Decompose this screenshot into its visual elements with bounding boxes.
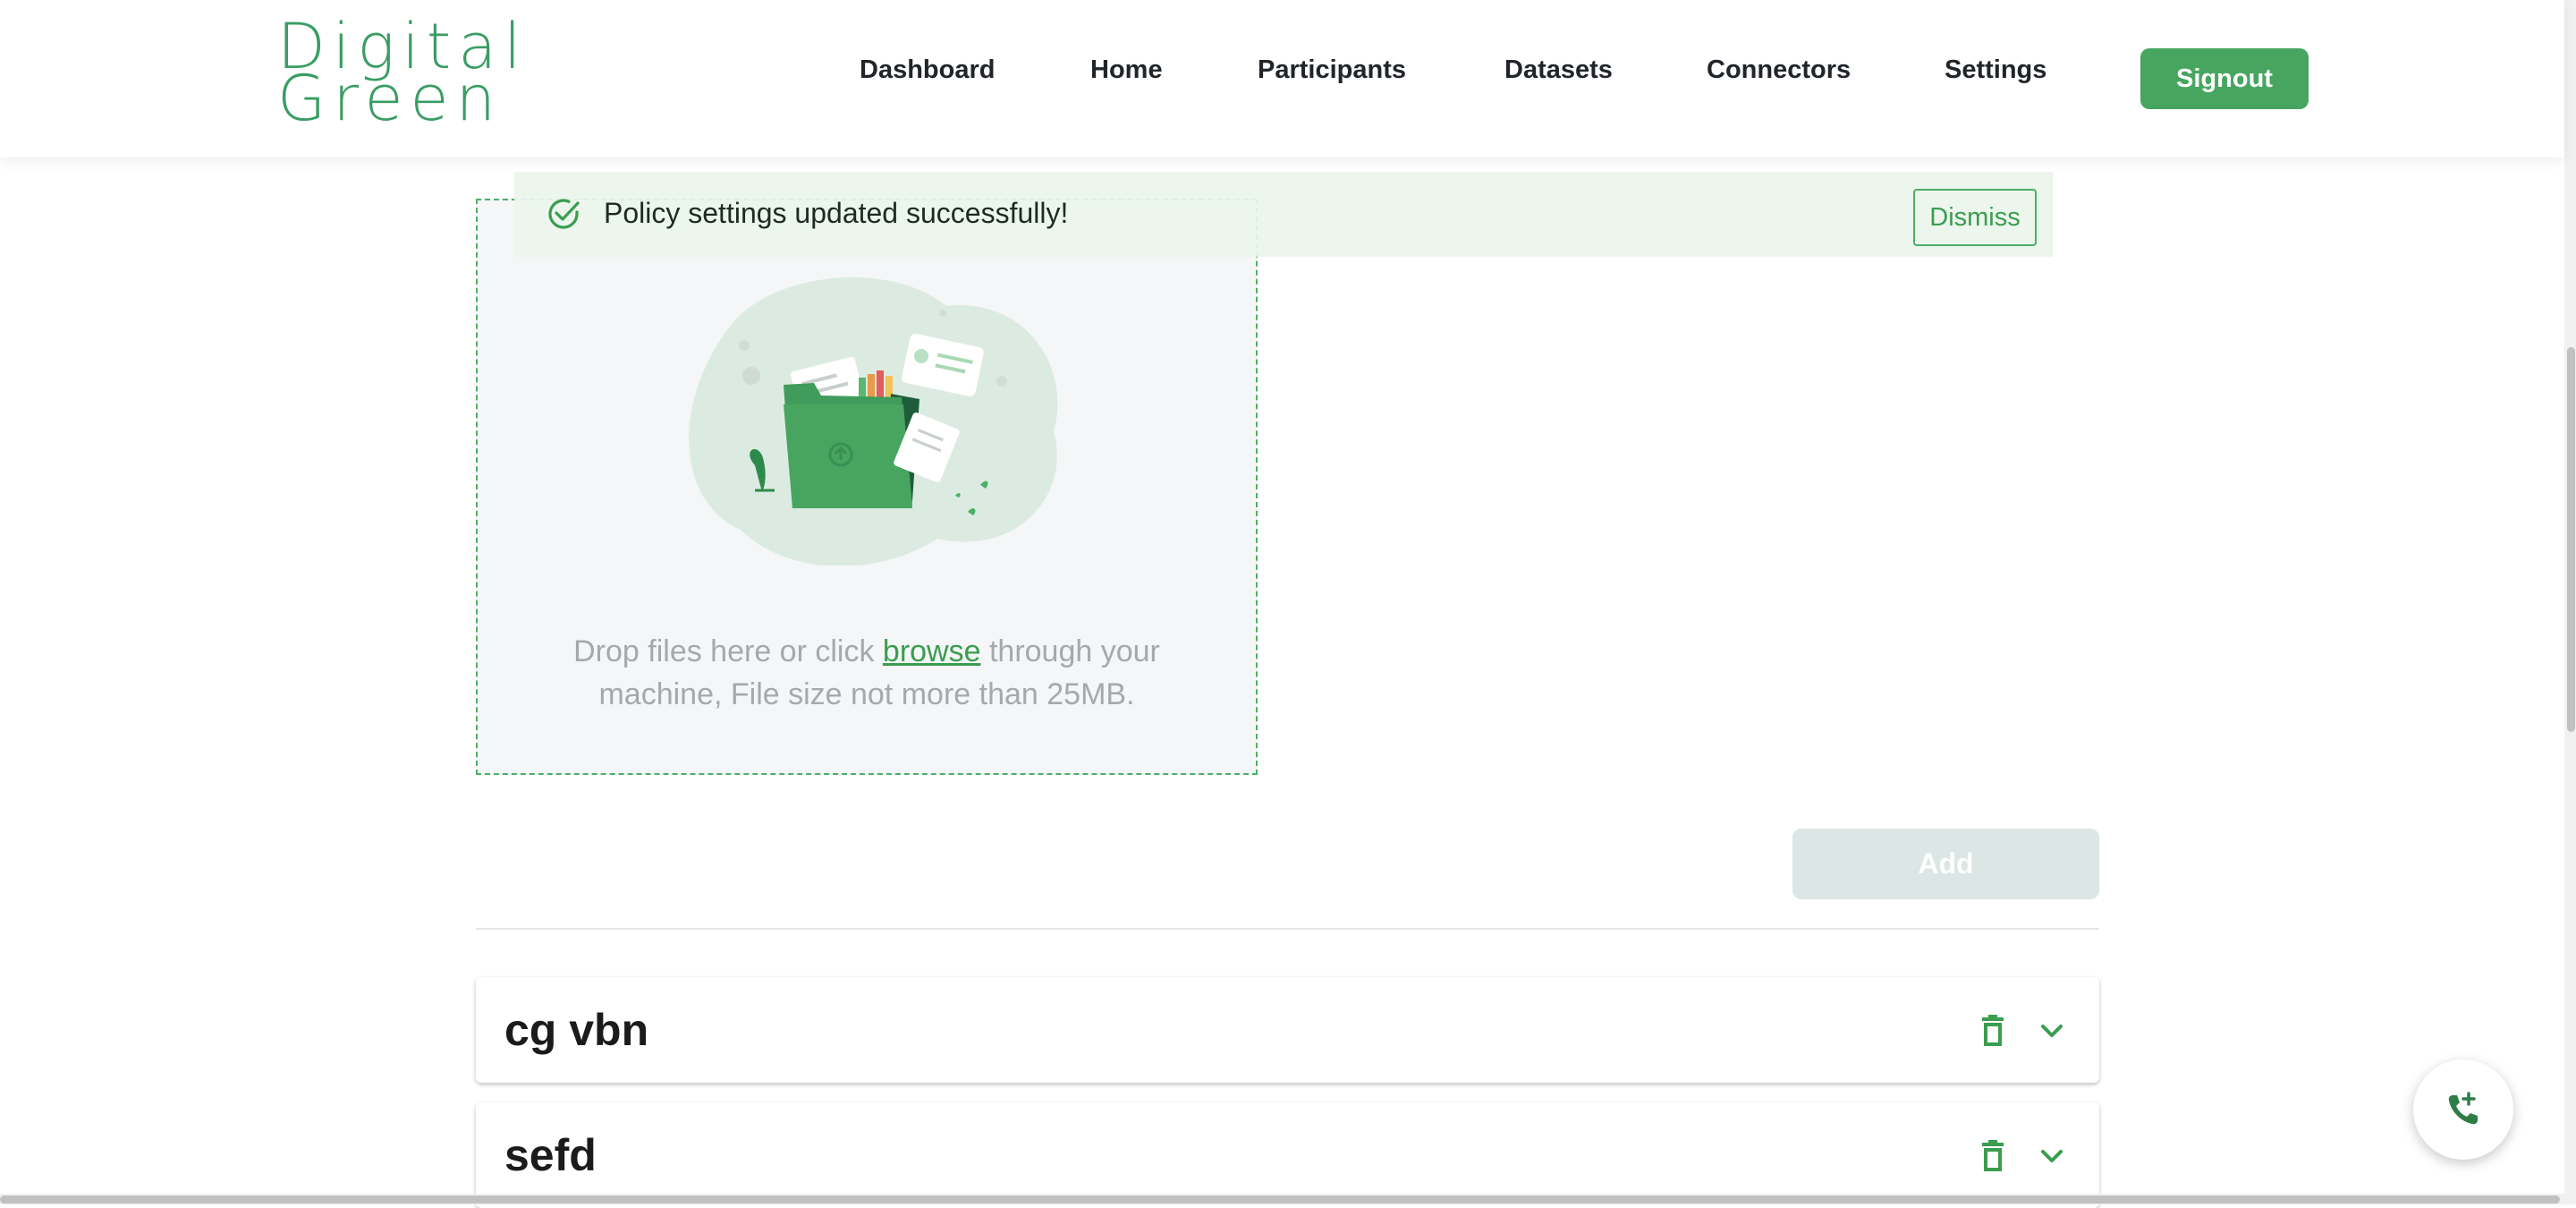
success-alert: Policy settings updated successfully! Di… [514,172,2053,257]
nav-participants[interactable]: Participants [1258,55,1406,85]
nav-home[interactable]: Home [1090,55,1163,85]
browse-link[interactable]: browse [883,634,981,668]
dropzone-text-before: Drop files here or click [573,634,883,668]
trash-icon[interactable] [1975,1138,2011,1174]
section-divider [476,928,2099,930]
digital-green-logo[interactable]: Digital Green [277,15,529,135]
policy-row[interactable]: cg vbn [476,977,2099,1083]
chevron-down-icon[interactable] [2034,1138,2070,1174]
policy-row[interactable]: sefd [476,1102,2099,1208]
contact-call-button[interactable] [2413,1059,2513,1160]
alert-message: Policy settings updated successfully! [604,197,1069,229]
phone-add-icon [2448,1092,2478,1125]
policy-title: sefd [504,1130,597,1180]
signout-button[interactable]: Signout [2140,48,2309,109]
trash-icon[interactable] [1975,1013,2011,1049]
dropzone-instructions: Drop files here or click browse through … [513,630,1220,716]
file-dropzone[interactable]: Drop files here or click browse through … [476,199,1258,775]
chevron-down-icon[interactable] [2034,1013,2070,1049]
folder-with-documents-illustration [689,277,1058,566]
dismiss-button[interactable]: Dismiss [1913,189,2037,246]
nav-settings[interactable]: Settings [1945,55,2046,85]
check-circle-icon [548,199,580,229]
vertical-scrollbar-thumb[interactable] [2567,347,2575,732]
logo-line-2: Green [277,62,503,135]
nav-dashboard[interactable]: Dashboard [860,55,995,85]
policy-title: cg vbn [504,1005,649,1055]
nav-datasets[interactable]: Datasets [1504,55,1613,85]
horizontal-scrollbar-thumb[interactable] [0,1195,2560,1204]
add-button[interactable]: Add [1792,829,2099,899]
nav-connectors[interactable]: Connectors [1707,55,1851,85]
top-navbar: Digital Green Dashboard Home Participant… [0,0,2564,157]
